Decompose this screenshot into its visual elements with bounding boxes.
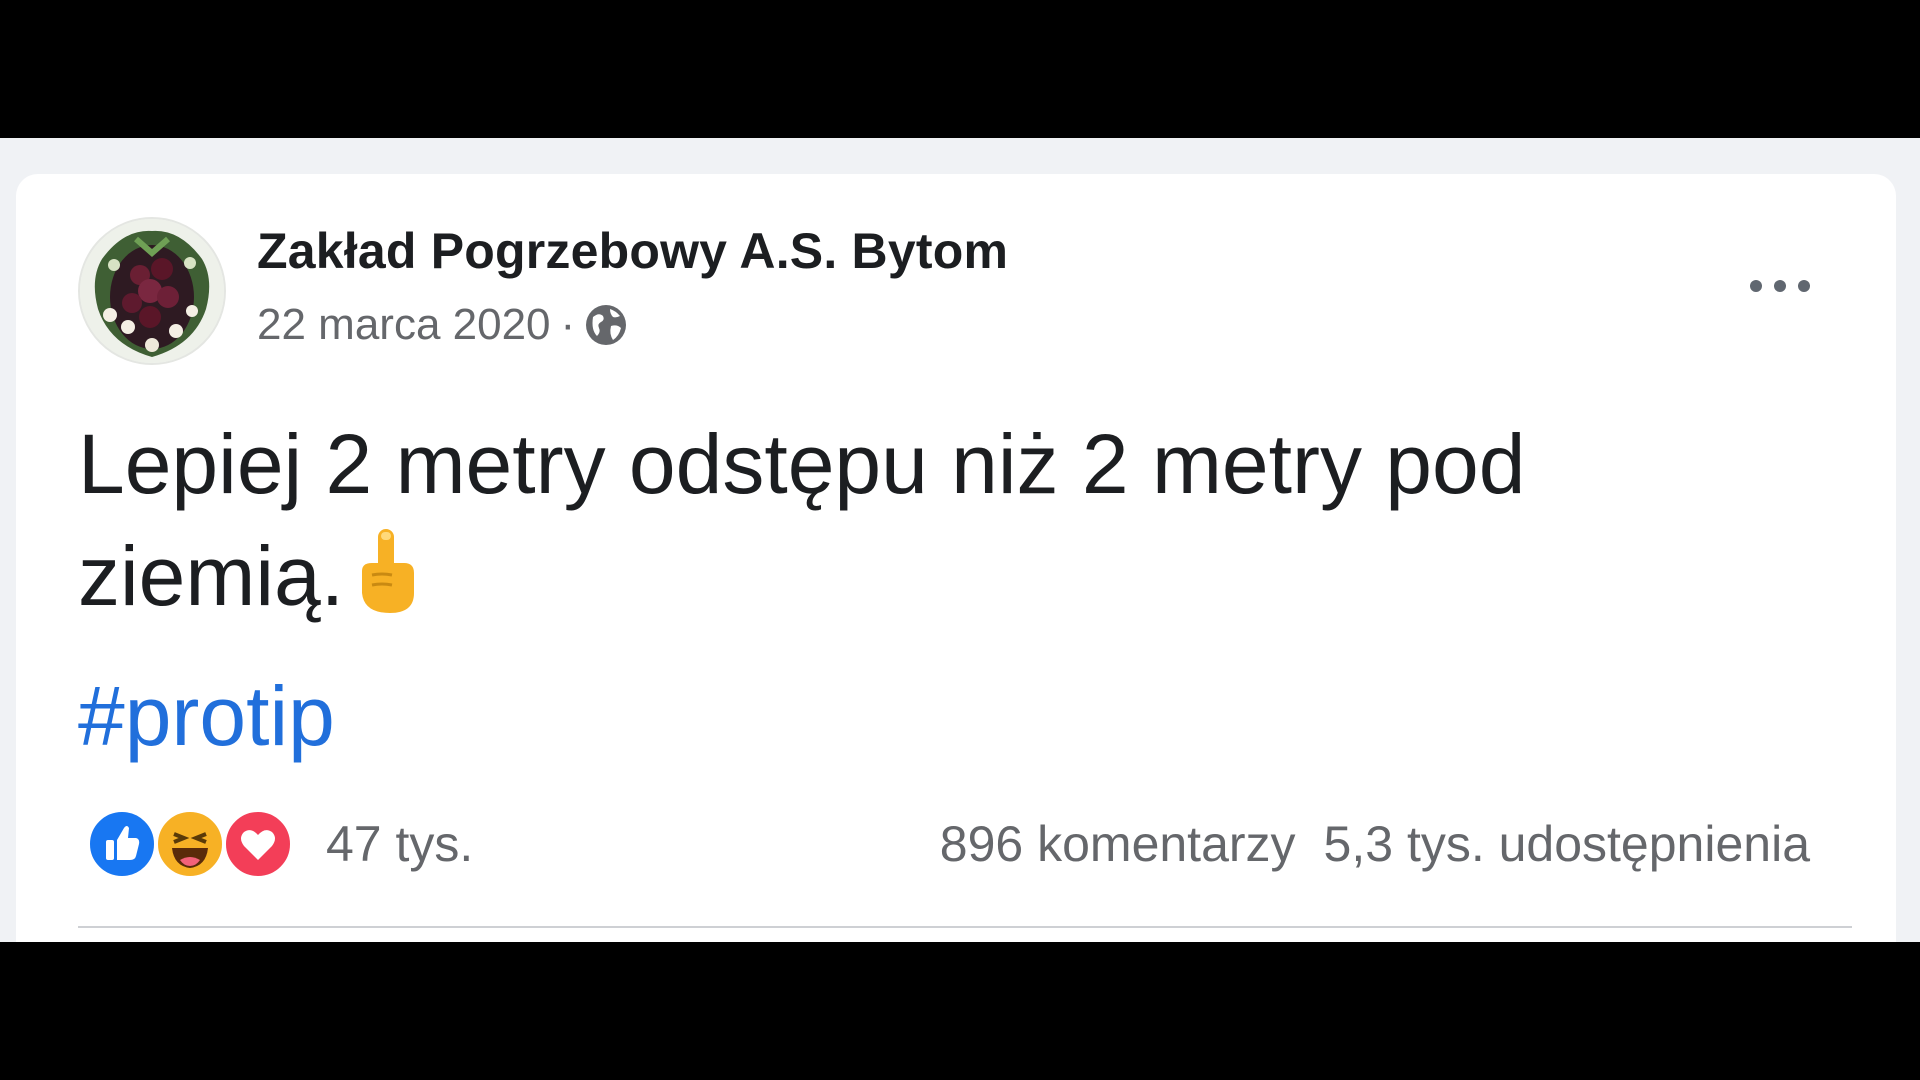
feed-background: Zakład Pogrzebowy A.S. Bytom 22 marca 20… (0, 138, 1920, 942)
hashtag-link[interactable]: #protip (78, 668, 335, 765)
reaction-icons (86, 808, 308, 880)
globe-icon (583, 302, 629, 348)
post-text-line-2: ziemią. (78, 529, 345, 623)
post-date[interactable]: 22 marca 2020 (257, 300, 551, 350)
more-options-button[interactable] (1738, 262, 1822, 310)
action-divider (78, 926, 1852, 928)
like-icon (86, 808, 158, 880)
more-dots-icon (1750, 280, 1810, 292)
post-author-name[interactable]: Zakład Pogrzebowy A.S. Bytom (257, 222, 1008, 280)
shares-count[interactable]: 5,3 tys. udostępnienia (1324, 815, 1810, 873)
engagement-counts: 896 komentarzy 5,3 tys. udostępnienia (940, 806, 1810, 882)
haha-icon (154, 808, 226, 880)
post-message: Lepiej 2 metry odstępu niż 2 metry pod z… (78, 408, 1778, 644)
post-text-line-1: Lepiej 2 metry odstępu niż 2 metry pod (78, 417, 1526, 511)
post-meta: 22 marca 2020 · (257, 300, 629, 350)
index-pointing-up-emoji-icon (352, 527, 422, 644)
meta-separator: · (560, 300, 576, 349)
post-text-line-2-wrapper: ziemią. (78, 520, 1778, 644)
reaction-count[interactable]: 47 tys. (326, 815, 473, 873)
love-icon (222, 808, 294, 880)
reactions-summary[interactable]: 47 tys. (86, 806, 473, 882)
post-card: Zakład Pogrzebowy A.S. Bytom 22 marca 20… (16, 174, 1896, 942)
page-avatar[interactable] (78, 217, 226, 365)
comments-count[interactable]: 896 komentarzy (940, 815, 1296, 873)
avatar-wreath-image (80, 219, 224, 363)
